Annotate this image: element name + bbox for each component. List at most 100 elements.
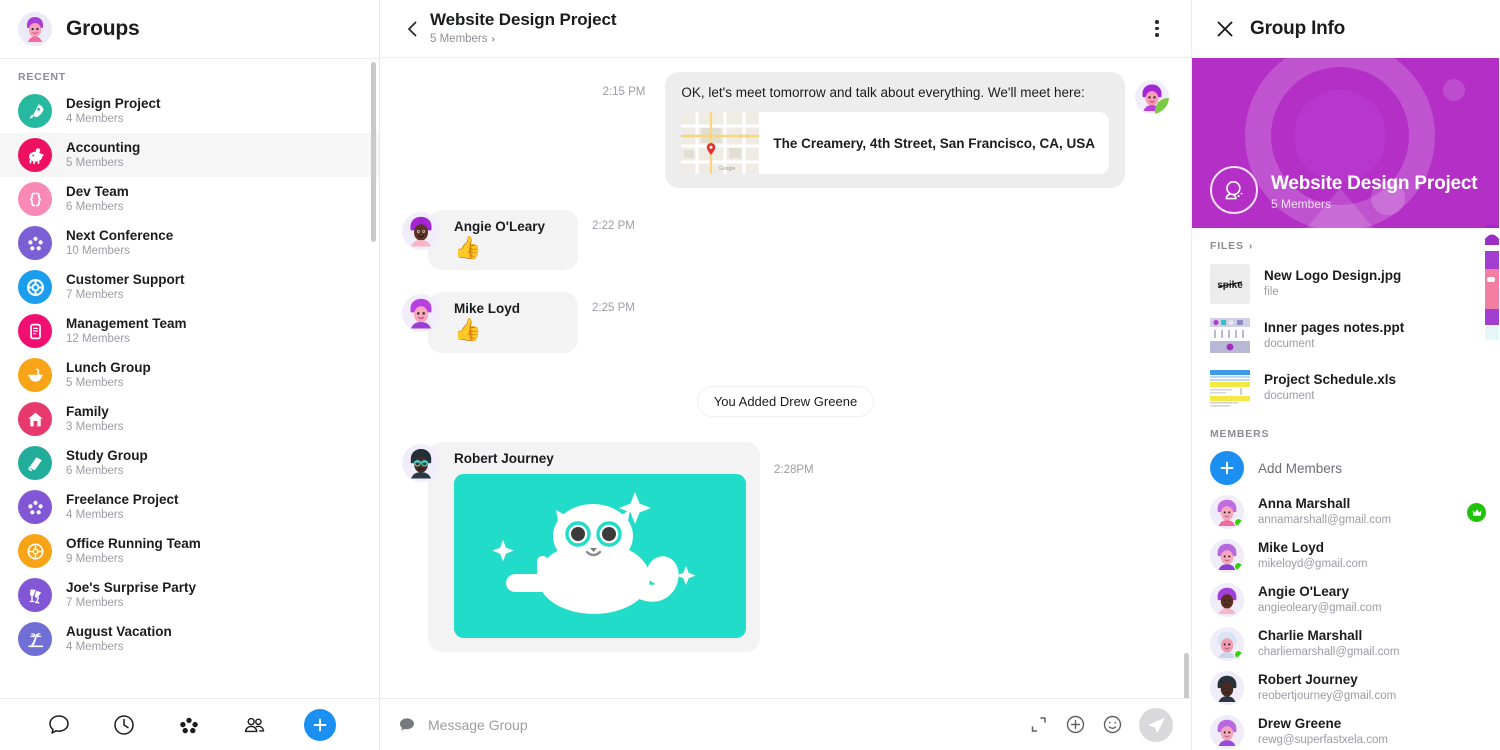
- file-texts: New Logo Design.jpg file: [1264, 268, 1401, 300]
- white-cat-sticker[interactable]: [454, 473, 746, 638]
- more-options-icon[interactable]: [1145, 17, 1169, 41]
- sidebar-item-freelance-project[interactable]: Freelance Project 4 Members: [0, 485, 379, 529]
- member-row[interactable]: Anna Marshall annamarshall@gmail.com: [1192, 492, 1499, 536]
- sidebar-item-next-conference[interactable]: Next Conference 10 Members: [0, 221, 379, 265]
- group-texts: Dev Team 6 Members: [66, 184, 129, 215]
- braces-icon: [18, 182, 52, 216]
- member-name: Robert Journey: [1258, 672, 1358, 687]
- chat-members-link[interactable]: 5 Members ›: [430, 33, 616, 47]
- files-section-label[interactable]: FILES ›: [1192, 228, 1499, 260]
- file-row[interactable]: Inner pages notes.ppt document: [1192, 312, 1499, 364]
- group-name: August Vacation: [66, 623, 172, 639]
- info-header: Group Info: [1192, 0, 1499, 58]
- group-texts: Freelance Project 4 Members: [66, 492, 179, 523]
- user-avatar[interactable]: [18, 12, 52, 46]
- expand-icon[interactable]: [1028, 714, 1049, 735]
- send-icon[interactable]: [1139, 707, 1173, 742]
- member-email: charliemarshall@gmail.com: [1258, 646, 1400, 659]
- message-composer: [380, 698, 1191, 750]
- location-card[interactable]: Google The Creamery, 4th Street, San Fra…: [681, 112, 1109, 175]
- online-status-dot: [1234, 562, 1243, 571]
- group-member-count: 9 Members: [66, 553, 124, 566]
- avatar: [1210, 495, 1244, 529]
- cluster-icon: [18, 226, 52, 260]
- composer-actions: [1028, 707, 1173, 742]
- member-texts: Charlie Marshall charliemarshall@gmail.co…: [1258, 628, 1399, 660]
- group-texts: Lunch Group 5 Members: [66, 360, 151, 391]
- message-timestamp: 2:15 PM: [602, 86, 646, 98]
- group-info-panel: Group Info Website Design Project 5 Memb…: [1192, 0, 1499, 750]
- edge-avatar-preview: [1485, 225, 1499, 340]
- sidebar-item-august-vacation[interactable]: August Vacation 4 Members: [0, 617, 379, 661]
- back-chevron-icon[interactable]: [402, 18, 424, 40]
- file-texts: Inner pages notes.ppt document: [1264, 320, 1404, 352]
- group-texts: August Vacation 4 Members: [66, 624, 172, 655]
- group-member-count: 12 Members: [66, 333, 130, 346]
- emoji-smiley-icon[interactable]: [1102, 714, 1123, 735]
- group-list[interactable]: Design Project 4 Members Accounting 5 Membe…: [0, 89, 379, 698]
- sidebar-item-office-running-team[interactable]: Office Running Team 9 Members: [0, 529, 379, 573]
- group-name: Study Group: [66, 447, 148, 463]
- group-member-count: 7 Members: [66, 289, 124, 302]
- group-texts: Family 3 Members: [66, 404, 124, 435]
- close-icon[interactable]: [1214, 18, 1236, 40]
- cluster-icon: [18, 490, 52, 524]
- file-row[interactable]: spike New Logo Design.jpg file: [1192, 260, 1499, 312]
- sidebar-item-family[interactable]: Family 3 Members: [0, 397, 379, 441]
- sidebar-item-dev-team[interactable]: Dev Team 6 Members: [0, 177, 379, 221]
- sidebar-item-customer-support[interactable]: Customer Support 7 Members: [0, 265, 379, 309]
- message-timestamp: 2:28PM: [774, 463, 814, 476]
- message-sticker: Robert Journey 2:28PM: [402, 441, 1169, 652]
- group-name: Accounting: [66, 139, 141, 155]
- group-members-count: 5 Members: [1271, 197, 1332, 212]
- message-bubble[interactable]: Angie O'Leary 👍: [428, 210, 578, 271]
- contacts-icon[interactable]: [239, 710, 269, 740]
- message-bubble[interactable]: OK, let's meet tomorrow and talk about e…: [665, 72, 1125, 189]
- sidebar-item-accounting[interactable]: Accounting 5 Members: [0, 133, 379, 177]
- sidebar-section-label: RECENT: [18, 71, 66, 83]
- clock-icon[interactable]: [109, 710, 139, 740]
- noodles-icon: [18, 358, 52, 392]
- member-email: mikeloyd@gmail.com: [1258, 558, 1368, 571]
- member-texts: Mike Loyd mikeloyd@gmail.com: [1258, 540, 1367, 572]
- svg-text:spike: spike: [1217, 280, 1243, 291]
- avatar: [402, 212, 440, 251]
- sidebar-item-joe-s-surprise-party[interactable]: Joe's Surprise Party 7 Members: [0, 573, 379, 617]
- message-sender: Angie O'Leary: [454, 219, 545, 235]
- plus-icon[interactable]: [303, 708, 336, 741]
- sidebar-item-lunch-group[interactable]: Lunch Group 5 Members: [0, 353, 379, 397]
- message-bubble[interactable]: Robert Journey: [428, 441, 760, 652]
- member-row[interactable]: Robert Journey reobertjourney@gmail.com: [1192, 668, 1499, 712]
- sidebar-item-design-project[interactable]: Design Project 4 Members: [0, 89, 379, 133]
- sidebar-item-management-team[interactable]: Management Team 12 Members: [0, 309, 379, 353]
- piggy-bank-icon: [18, 138, 52, 172]
- chat-scrollbar[interactable]: [1184, 653, 1189, 698]
- group-name: Dev Team: [66, 183, 129, 199]
- online-status-dot: [1234, 518, 1243, 527]
- add-members-label: Add Members: [1258, 460, 1343, 476]
- file-row[interactable]: Project Schedule.xls document: [1192, 364, 1499, 416]
- add-members-row[interactable]: Add Members: [1192, 448, 1499, 492]
- message-input[interactable]: [428, 716, 1016, 733]
- avatar: [1210, 715, 1244, 749]
- app-root: Groups RECENT Design Project 4 Members Acc…: [0, 0, 1500, 750]
- avatar: [1210, 539, 1244, 573]
- sidebar-scrollbar[interactable]: [371, 62, 376, 242]
- member-email: rewg@superfastxela.com: [1258, 734, 1388, 747]
- sidebar-item-study-group[interactable]: Study Group 6 Members: [0, 441, 379, 485]
- avatar: [402, 443, 440, 482]
- info-title: Group Info: [1250, 18, 1346, 39]
- message-bubble[interactable]: Mike Loyd 👍: [428, 292, 578, 353]
- member-name: Drew Greene: [1258, 716, 1342, 731]
- member-row[interactable]: Angie O'Leary angieoleary@gmail.com: [1192, 580, 1499, 624]
- palm-icon: [18, 622, 52, 656]
- chat-bubble-icon[interactable]: [44, 710, 74, 740]
- member-row[interactable]: Drew Greene rewg@superfastxela.com: [1192, 712, 1499, 750]
- plus-circle-icon[interactable]: [1065, 714, 1086, 735]
- group-member-count: 4 Members: [66, 113, 124, 126]
- member-row[interactable]: Charlie Marshall charliemarshall@gmail.co…: [1192, 624, 1499, 668]
- member-row[interactable]: Mike Loyd mikeloyd@gmail.com: [1192, 536, 1499, 580]
- chat-members-count: 5 Members: [430, 32, 488, 45]
- message-sender: Mike Loyd: [454, 301, 521, 317]
- groups-icon[interactable]: [174, 710, 204, 740]
